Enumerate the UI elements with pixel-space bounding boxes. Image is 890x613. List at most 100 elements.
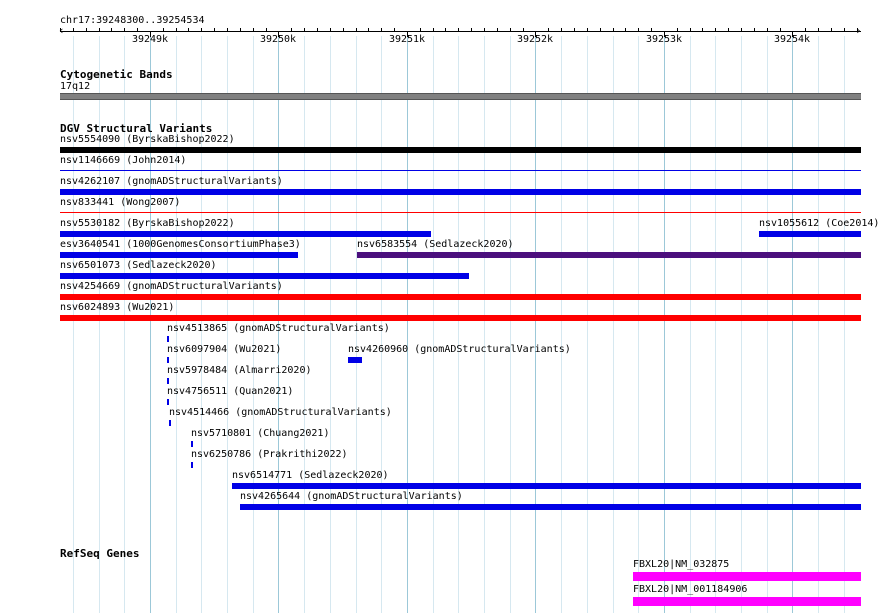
ruler-tick-minor [394, 28, 395, 31]
ruler-tick-minor [690, 28, 691, 31]
ruler-tick-minor [587, 28, 588, 31]
dgv-feature-bar[interactable] [169, 420, 171, 426]
ruler-tick-minor [728, 28, 729, 31]
ruler-tick-minor [497, 28, 498, 31]
dgv-feature-label: nsv6501073 (Sedlazeck2020) [60, 260, 217, 271]
ruler-tick-minor [844, 28, 845, 31]
dgv-feature-bar[interactable] [348, 357, 362, 363]
ruler-tick-minor [343, 28, 344, 31]
ruler-tick-minor [188, 28, 189, 31]
dgv-feature-bar[interactable] [191, 441, 193, 447]
refseq-gene-label: FBXL20|NM_001184906 [633, 584, 748, 595]
ruler-tick-minor [99, 28, 100, 31]
ruler-tick-minor [767, 28, 768, 31]
ruler-tick-minor [304, 28, 305, 31]
dgv-feature-bar[interactable] [60, 170, 861, 171]
ruler-tick-minor [741, 28, 742, 31]
dgv-feature-bar[interactable] [60, 212, 861, 213]
ruler-tick-label: 39252k [516, 34, 554, 45]
dgv-feature-bar[interactable] [357, 252, 861, 258]
dgv-feature-label: nsv6097904 (Wu2021) [167, 344, 282, 355]
cyto-band-label: 17q12 [60, 81, 91, 92]
dgv-feature-bar[interactable] [167, 357, 169, 363]
ruler-tick-minor [381, 28, 382, 31]
track-title-refseq-genes[interactable]: RefSeq Genes [60, 547, 139, 560]
ruler-tick-label: 39250k [259, 34, 297, 45]
dgv-feature-label: nsv6514771 (Sedlazeck2020) [232, 470, 389, 481]
cyto-band-17q12[interactable] [60, 93, 861, 100]
dgv-feature-label: nsv4262107 (gnomADStructuralVariants) [60, 176, 283, 187]
dgv-feature-label: nsv6583554 (Sedlazeck2020) [357, 239, 514, 250]
refseq-gene-bar[interactable] [633, 572, 861, 581]
dgv-feature-label: nsv5710801 (Chuang2021) [191, 428, 330, 439]
ruler-tick-minor [73, 28, 74, 31]
dgv-feature-bar[interactable] [60, 189, 861, 195]
ruler-tick-minor [818, 28, 819, 31]
ruler-tick-minor [111, 28, 112, 31]
dgv-feature-label: nsv6024893 (Wu2021) [60, 302, 175, 313]
dgv-feature-bar[interactable] [167, 336, 169, 342]
ruler-tick-minor [805, 28, 806, 31]
ruler-tick-minor [561, 28, 562, 31]
dgv-feature-label: nsv6250786 (Prakrithi2022) [191, 449, 348, 460]
dgv-feature-label: nsv4254669 (gnomADStructuralVariants) [60, 281, 283, 292]
refseq-gene-label: FBXL20|NM_032875 [633, 559, 730, 570]
ruler-left-arrow: ‹ [58, 24, 65, 37]
dgv-feature-label: nsv1146669 (John2014) [60, 155, 187, 166]
ruler-tick-label: 39251k [388, 34, 426, 45]
ruler-tick-minor [702, 28, 703, 31]
dgv-feature-label: nsv4260960 (gnomADStructuralVariants) [348, 344, 571, 355]
ruler-tick-minor [86, 28, 87, 31]
ruler-tick-label: 39249k [131, 34, 169, 45]
ruler-tick-minor [548, 28, 549, 31]
ruler-tick-minor [831, 28, 832, 31]
dgv-feature-label: nsv1055612 (Coe2014) [759, 218, 880, 229]
dgv-feature-bar[interactable] [191, 462, 193, 468]
dgv-feature-bar[interactable] [232, 483, 861, 489]
ruler-tick-minor [857, 28, 858, 31]
ruler-tick-minor [780, 28, 781, 31]
ruler-tick-minor [420, 28, 421, 31]
dgv-feature-bar[interactable] [60, 147, 861, 153]
ruler-tick-minor [201, 28, 202, 31]
dgv-feature-label: nsv4513865 (gnomADStructuralVariants) [167, 323, 390, 334]
ruler-tick-minor [163, 28, 164, 31]
ruler-tick-minor [638, 28, 639, 31]
ruler-tick-minor [227, 28, 228, 31]
dgv-feature-bar[interactable] [60, 315, 861, 321]
ruler-tick-minor [625, 28, 626, 31]
ruler-tick-minor [433, 28, 434, 31]
ruler-tick-label: 39253k [645, 34, 683, 45]
location-label: chr17:39248300..39254534 [60, 15, 205, 26]
ruler-tick-minor [356, 28, 357, 31]
dgv-feature-bar[interactable] [167, 399, 169, 405]
dgv-feature-bar[interactable] [759, 231, 861, 237]
ruler-tick-minor [137, 28, 138, 31]
dgv-feature-bar[interactable] [60, 231, 431, 237]
ruler-tick-label: 39254k [773, 34, 811, 45]
ruler-tick-minor [445, 28, 446, 31]
ruler-tick-minor [214, 28, 215, 31]
dgv-feature-label: nsv5554090 (ByrskaBishop2022) [60, 134, 235, 145]
ruler-tick-minor [613, 28, 614, 31]
ruler-tick-minor [240, 28, 241, 31]
dgv-feature-bar[interactable] [60, 273, 469, 279]
ruler-line [60, 31, 861, 32]
ruler-tick-minor [291, 28, 292, 31]
dgv-feature-label: esv3640541 (1000GenomesConsortiumPhase3) [60, 239, 301, 250]
ruler-tick-minor [651, 28, 652, 31]
dgv-feature-bar[interactable] [60, 294, 861, 300]
refseq-gene-bar[interactable] [633, 597, 861, 606]
ruler-tick-minor [715, 28, 716, 31]
ruler-tick-minor [330, 28, 331, 31]
ruler-tick-minor [510, 28, 511, 31]
dgv-feature-bar[interactable] [60, 252, 298, 258]
dgv-feature-bar[interactable] [240, 504, 861, 510]
ruler-tick-minor [317, 28, 318, 31]
dgv-feature-label: nsv4756511 (Quan2021) [167, 386, 294, 397]
dgv-feature-bar[interactable] [167, 378, 169, 384]
track-title-cytogenetic-bands[interactable]: Cytogenetic Bands [60, 68, 173, 81]
dgv-feature-label: nsv5978484 (Almarri2020) [167, 365, 312, 376]
ruler-tick-minor [253, 28, 254, 31]
ruler-tick-minor [471, 28, 472, 31]
